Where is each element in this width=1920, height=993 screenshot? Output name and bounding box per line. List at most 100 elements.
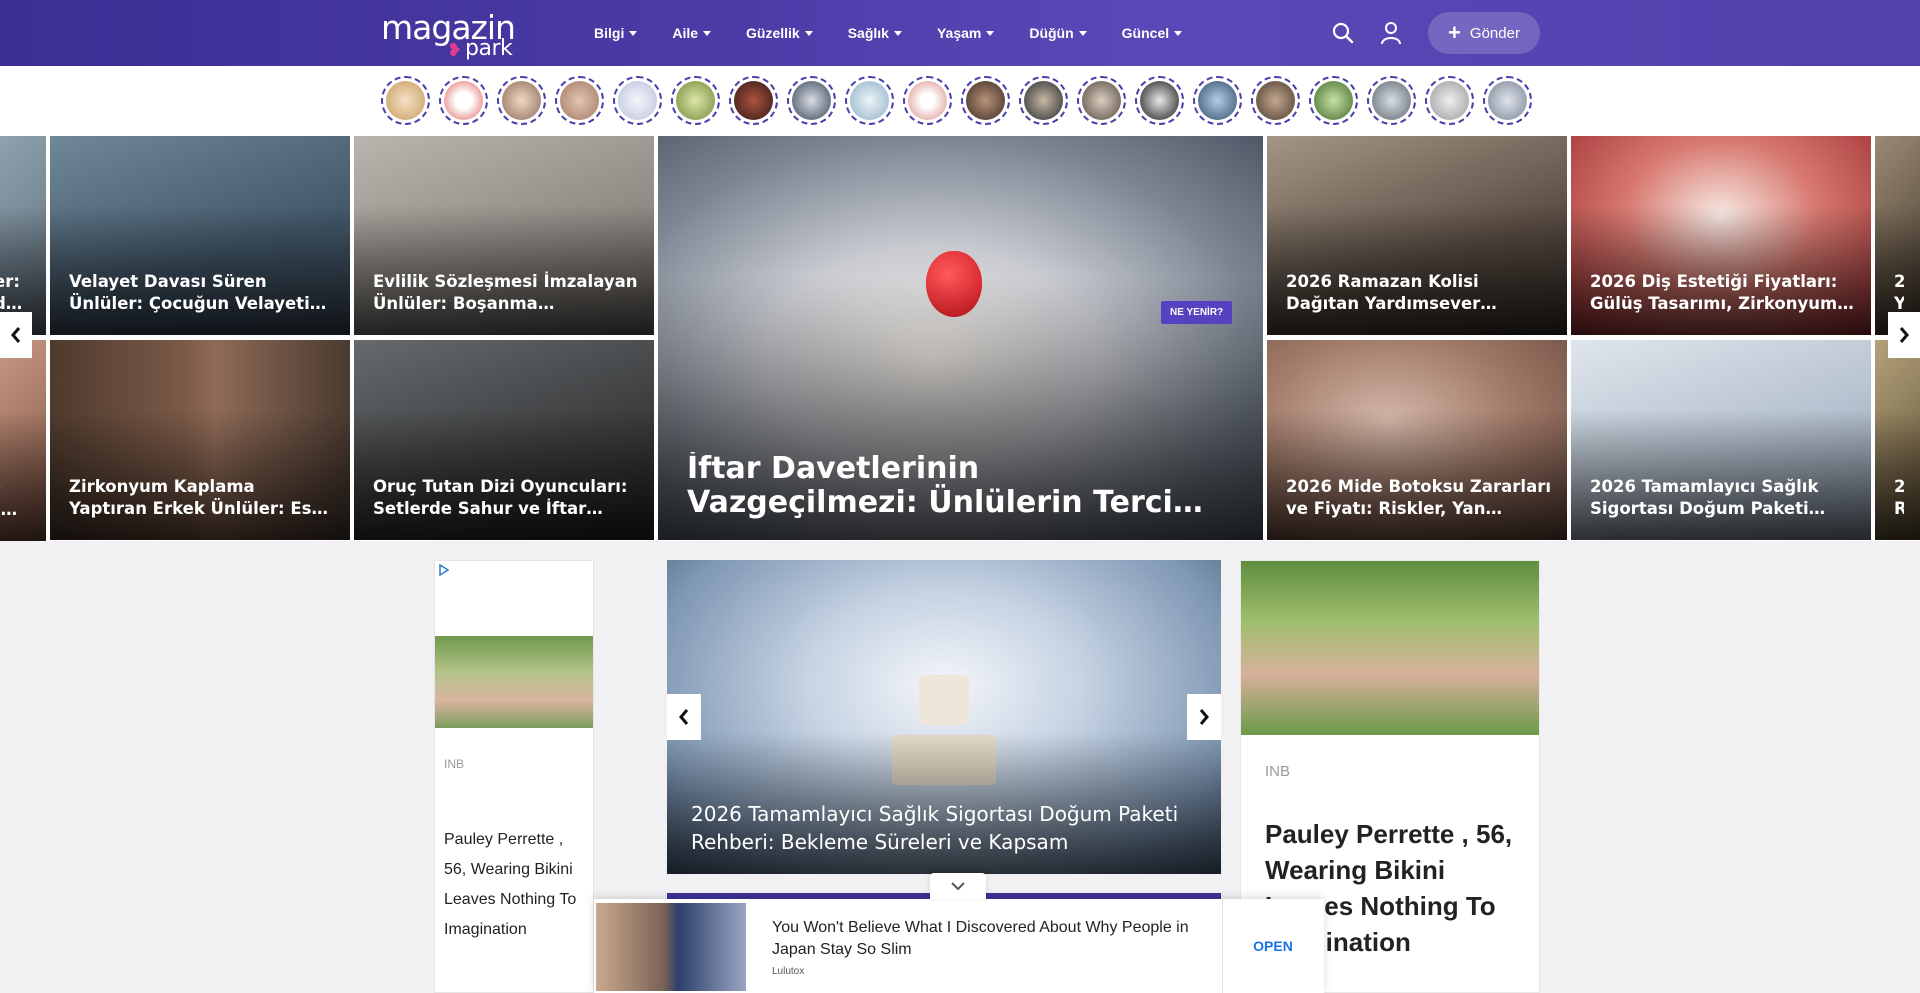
story-item[interactable]	[671, 76, 720, 125]
nav-item-aile[interactable]: Aile	[672, 25, 712, 41]
card-title: İftar Davetlerinin Vazgeçilmezi: Ünlüler…	[687, 452, 1195, 520]
story-item[interactable]	[787, 76, 836, 125]
card-title: ) :…	[0, 478, 18, 519]
plus-icon: +	[1448, 20, 1461, 45]
story-item[interactable]	[497, 76, 546, 125]
caret-down-icon	[1174, 30, 1183, 36]
nav-label: Güncel	[1121, 25, 1170, 41]
nav-label: Düğün	[1029, 25, 1074, 41]
nav-label: Sağlık	[847, 25, 889, 41]
send-button[interactable]: + Gönder	[1428, 12, 1540, 54]
caret-down-icon	[629, 30, 638, 36]
chevron-left-icon	[679, 709, 689, 725]
feature-prev-button[interactable]	[667, 694, 701, 740]
news-card[interactable]: 2026 Mide Botoksu Zararları ve Fiyatı: R…	[1267, 340, 1567, 540]
story-item[interactable]	[903, 76, 952, 125]
category-badge[interactable]: NE YENİR?	[1161, 301, 1233, 324]
news-grid: er: d… ) :… Velayet Davası Süren Ünlüler…	[0, 136, 1920, 541]
search-icon[interactable]	[1332, 22, 1354, 44]
chevron-left-icon	[11, 327, 21, 343]
heart-icon: ❥	[447, 40, 463, 60]
story-item[interactable]	[845, 76, 894, 125]
story-item[interactable]	[1483, 76, 1532, 125]
ad-brand: INB	[444, 757, 465, 771]
news-card-partial[interactable]: ) :…	[0, 340, 46, 541]
nav-item-yasam[interactable]: Yaşam	[936, 25, 995, 41]
site-header: magazin ❥ park Bilgi Aile Güzellik Sağlı…	[0, 0, 1920, 66]
user-icon[interactable]	[1380, 21, 1402, 45]
news-card-partial[interactable]: 202 Yar	[1875, 136, 1920, 335]
chevron-down-icon	[951, 882, 965, 891]
logo-sub-text: park	[465, 36, 513, 61]
caret-down-icon	[986, 30, 995, 36]
story-item[interactable]	[1367, 76, 1416, 125]
feature-title: 2026 Tamamlayıcı Sağlık Sigortası Doğum …	[691, 802, 1179, 854]
story-item[interactable]	[1077, 76, 1126, 125]
story-item[interactable]	[1251, 76, 1300, 125]
story-item[interactable]	[555, 76, 604, 125]
card-title: Velayet Davası Süren Ünlüler: Çocuğun Ve…	[69, 272, 310, 313]
card-title: Oruç Tutan Dizi Oyuncuları: Setlerde Sah…	[373, 477, 628, 518]
news-card[interactable]: Velayet Davası Süren Ünlüler: Çocuğun Ve…	[50, 136, 350, 335]
caret-down-icon	[804, 30, 813, 36]
ad-image[interactable]	[1241, 561, 1539, 735]
nav-item-bilgi[interactable]: Bilgi	[594, 25, 638, 41]
story-item[interactable]	[439, 76, 488, 125]
open-ad-button[interactable]: OPEN	[1222, 899, 1324, 993]
ad-brand: INB	[1265, 763, 1291, 780]
card-title: 2026 Ramazan Kolisi Dağıtan Yardımsever …	[1286, 272, 1481, 313]
caret-down-icon	[703, 30, 712, 36]
adchoices-icon[interactable]	[438, 564, 450, 576]
feature-slider[interactable]: 2026 Tamamlayıcı Sağlık Sigortası Doğum …	[667, 560, 1221, 874]
stories-row	[0, 66, 1920, 136]
feature-next-button[interactable]	[1187, 694, 1221, 740]
news-card[interactable]: 2026 Diş Estetiği Fiyatları: Gülüş Tasar…	[1571, 136, 1871, 335]
news-card[interactable]: 2026 Tamamlayıcı Sağlık Sigortası Doğum …	[1571, 340, 1871, 540]
ad-image[interactable]	[596, 903, 746, 991]
featured-news-card[interactable]: İftar Davetlerinin Vazgeçilmezi: Ünlüler…	[658, 136, 1263, 540]
nav-item-saglik[interactable]: Sağlık	[848, 25, 902, 41]
story-item[interactable]	[729, 76, 778, 125]
news-card-partial[interactable]: 202 Reh	[1875, 340, 1920, 540]
left-ad[interactable]: INB Pauley Perrette , 56, Wearing Bikini…	[434, 560, 594, 993]
news-card[interactable]: Oruç Tutan Dizi Oyuncuları: Setlerde Sah…	[354, 340, 654, 540]
send-label: Gönder	[1469, 24, 1520, 42]
story-item[interactable]	[961, 76, 1010, 125]
story-item[interactable]	[1309, 76, 1358, 125]
story-item[interactable]	[1193, 76, 1242, 125]
card-title: Evlilik Sözleşmesi İmzalayan Ünlüler: Bo…	[373, 272, 638, 313]
card-title: 2026 Tamamlayıcı Sağlık Sigortası Doğum …	[1590, 477, 1826, 518]
nav-label: Yaşam	[936, 25, 982, 41]
main-nav: Bilgi Aile Güzellik Sağlık Yaşam Düğün G…	[594, 0, 1217, 66]
nav-item-guncel[interactable]: Güncel	[1121, 25, 1183, 41]
news-card[interactable]: Evlilik Sözleşmesi İmzalayan Ünlüler: Bo…	[354, 136, 654, 335]
ad-image[interactable]	[435, 636, 593, 728]
nav-item-guzellik[interactable]: Güzellik	[746, 25, 813, 41]
news-card-partial[interactable]: er: d…	[0, 136, 46, 335]
card-title: 2026 Mide Botoksu Zararları ve Fiyatı: R…	[1286, 477, 1551, 518]
ad-headline[interactable]: Pauley Perrette , 56, Wearing Bikini Lea…	[444, 825, 584, 945]
sticky-ad[interactable]: You Won't Believe What I Discovered Abou…	[594, 873, 1324, 993]
site-logo[interactable]: magazin ❥ park	[381, 8, 531, 61]
story-item[interactable]	[613, 76, 662, 125]
caret-down-icon	[1078, 30, 1087, 36]
chevron-right-icon	[1199, 709, 1209, 725]
nav-item-dugun[interactable]: Düğün	[1029, 25, 1087, 41]
chevron-right-icon	[1899, 327, 1909, 343]
card-title: Zirkonyum Kaplama Yaptıran Erkek Ünlüler…	[69, 477, 329, 518]
card-title: er: d…	[0, 272, 23, 313]
ad-source: Lulutox	[772, 966, 805, 977]
nav-label: Aile	[672, 25, 699, 41]
story-item[interactable]	[1135, 76, 1184, 125]
news-card[interactable]: 2026 Ramazan Kolisi Dağıtan Yardımsever …	[1267, 136, 1567, 335]
grid-next-button[interactable]	[1888, 312, 1920, 358]
nav-label: Güzellik	[746, 25, 800, 41]
grid-prev-button[interactable]	[0, 312, 32, 358]
card-title: 202 Reh	[1894, 476, 1904, 520]
news-card[interactable]: Zirkonyum Kaplama Yaptıran Erkek Ünlüler…	[50, 340, 350, 540]
story-item[interactable]	[381, 76, 430, 125]
story-item[interactable]	[1019, 76, 1068, 125]
collapse-ad-button[interactable]	[930, 873, 986, 899]
ad-headline[interactable]: You Won't Believe What I Discovered Abou…	[772, 917, 1192, 961]
story-item[interactable]	[1425, 76, 1474, 125]
